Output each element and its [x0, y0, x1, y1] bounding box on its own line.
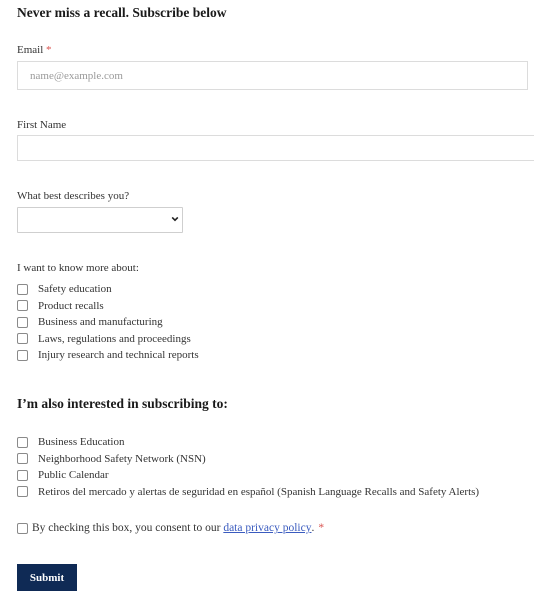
interest-option-label: Safety education: [38, 283, 112, 296]
checkbox[interactable]: [17, 283, 28, 295]
interest-option[interactable]: Injury research and technical reports: [17, 347, 199, 364]
subscription-option-label: Retiros del mercado y alertas de segurid…: [38, 485, 480, 498]
interest-option-label: Laws, regulations and proceedings: [38, 332, 191, 345]
subscription-option[interactable]: Neighborhood Safety Network (NSN): [17, 451, 479, 468]
checkbox[interactable]: [17, 436, 28, 448]
subscription-option-label: Neighborhood Safety Network (NSN): [38, 452, 206, 465]
form-title: Never miss a recall. Subscribe below: [17, 5, 227, 20]
subscriptions-heading: I’m also interested in subscribing to:: [17, 396, 228, 411]
checkbox[interactable]: [17, 300, 28, 312]
checkbox[interactable]: [17, 486, 28, 498]
interest-option[interactable]: Laws, regulations and proceedings: [17, 331, 199, 348]
subscription-option[interactable]: Retiros del mercado y alertas de segurid…: [17, 484, 479, 501]
consent-period: .: [311, 522, 315, 535]
privacy-policy-link[interactable]: data privacy policy: [223, 522, 311, 534]
describes-label: What best describes you?: [17, 190, 130, 202]
subscription-option-label: Business Education: [38, 436, 125, 449]
email-label-text: Email: [17, 44, 44, 56]
consent-checkbox[interactable]: [17, 522, 28, 534]
interests-list: Safety education Product recalls Busines…: [17, 281, 199, 364]
checkbox[interactable]: [17, 349, 28, 361]
checkbox[interactable]: [17, 316, 28, 328]
subscription-option[interactable]: Public Calendar: [17, 467, 479, 484]
interest-option-label: Product recalls: [38, 299, 104, 312]
chevron-down-icon: [171, 216, 179, 222]
email-label: Email *: [17, 44, 52, 56]
email-input[interactable]: [17, 61, 528, 90]
describes-select[interactable]: [17, 207, 183, 233]
first-name-input[interactable]: [17, 135, 534, 161]
subscriptions-list: Business Education Neighborhood Safety N…: [17, 434, 479, 500]
required-mark: *: [46, 44, 52, 56]
submit-button[interactable]: Submit: [17, 564, 77, 591]
interest-option[interactable]: Business and manufacturing: [17, 314, 199, 331]
required-mark: *: [318, 522, 325, 535]
checkbox[interactable]: [17, 469, 28, 481]
checkbox[interactable]: [17, 333, 28, 345]
interest-option[interactable]: Safety education: [17, 281, 199, 298]
checkbox[interactable]: [17, 453, 28, 465]
first-name-label: First Name: [17, 119, 67, 131]
subscription-option[interactable]: Business Education: [17, 434, 479, 451]
consent-text: By checking this box, you consent to our: [32, 522, 224, 535]
consent-row[interactable]: By checking this box, you consent to our…: [17, 520, 324, 537]
interest-option[interactable]: Product recalls: [17, 298, 199, 315]
interest-option-label: Business and manufacturing: [38, 316, 163, 329]
interests-label: I want to know more about:: [17, 262, 139, 274]
subscription-option-label: Public Calendar: [38, 469, 109, 482]
interest-option-label: Injury research and technical reports: [38, 349, 199, 362]
